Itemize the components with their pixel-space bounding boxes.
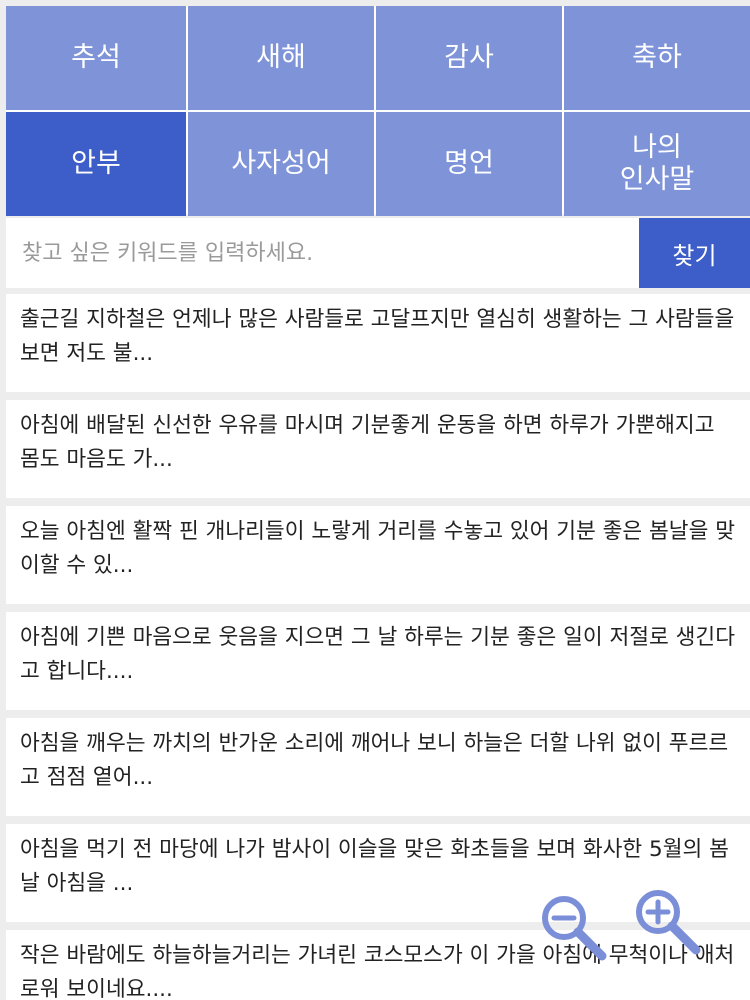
tab-chuseok[interactable]: 추석 bbox=[6, 6, 186, 110]
list-item[interactable]: 아침에 배달된 신선한 우유를 마시며 기분좋게 운동을 하면 하루가 가뿐해지… bbox=[6, 400, 750, 498]
zoom-in-icon bbox=[636, 890, 701, 955]
list-item[interactable]: 아침에 기쁜 마음으로 웃음을 지으면 그 날 하루는 기분 좋은 일이 저절로… bbox=[6, 612, 750, 710]
list-item[interactable]: 아침을 깨우는 까치의 반가운 소리에 깨어나 보니 하늘은 더할 나위 없이 … bbox=[6, 718, 750, 816]
tab-quotes[interactable]: 명언 bbox=[376, 112, 562, 216]
zoom-out-icon bbox=[542, 896, 607, 961]
list-item[interactable]: 출근길 지하철은 언제나 많은 사람들로 고달프지만 열심히 생활하는 그 사람… bbox=[6, 294, 750, 392]
tab-my-greetings[interactable]: 나의 인사말 bbox=[564, 112, 750, 216]
zoom-in-button[interactable] bbox=[632, 886, 704, 958]
tab-new-year[interactable]: 새해 bbox=[188, 6, 374, 110]
tab-congratulations[interactable]: 축하 bbox=[564, 6, 750, 110]
category-tabs: 추석 새해 감사 축하 안부 사자성어 명언 나의 인사말 bbox=[6, 6, 750, 216]
search-bar: 찾기 bbox=[6, 218, 750, 288]
tab-idioms[interactable]: 사자성어 bbox=[188, 112, 374, 216]
tab-greetings[interactable]: 안부 bbox=[6, 112, 186, 216]
search-input[interactable] bbox=[6, 218, 639, 288]
page: 추석 새해 감사 축하 안부 사자성어 명언 나의 인사말 찾기 출근길 지하철… bbox=[0, 0, 750, 1000]
zoom-out-button[interactable] bbox=[538, 892, 610, 964]
search-button[interactable]: 찾기 bbox=[639, 218, 750, 288]
list-item[interactable]: 오늘 아침엔 활짝 핀 개나리들이 노랗게 거리를 수놓고 있어 기분 좋은 봄… bbox=[6, 506, 750, 604]
tab-thanks[interactable]: 감사 bbox=[376, 6, 562, 110]
